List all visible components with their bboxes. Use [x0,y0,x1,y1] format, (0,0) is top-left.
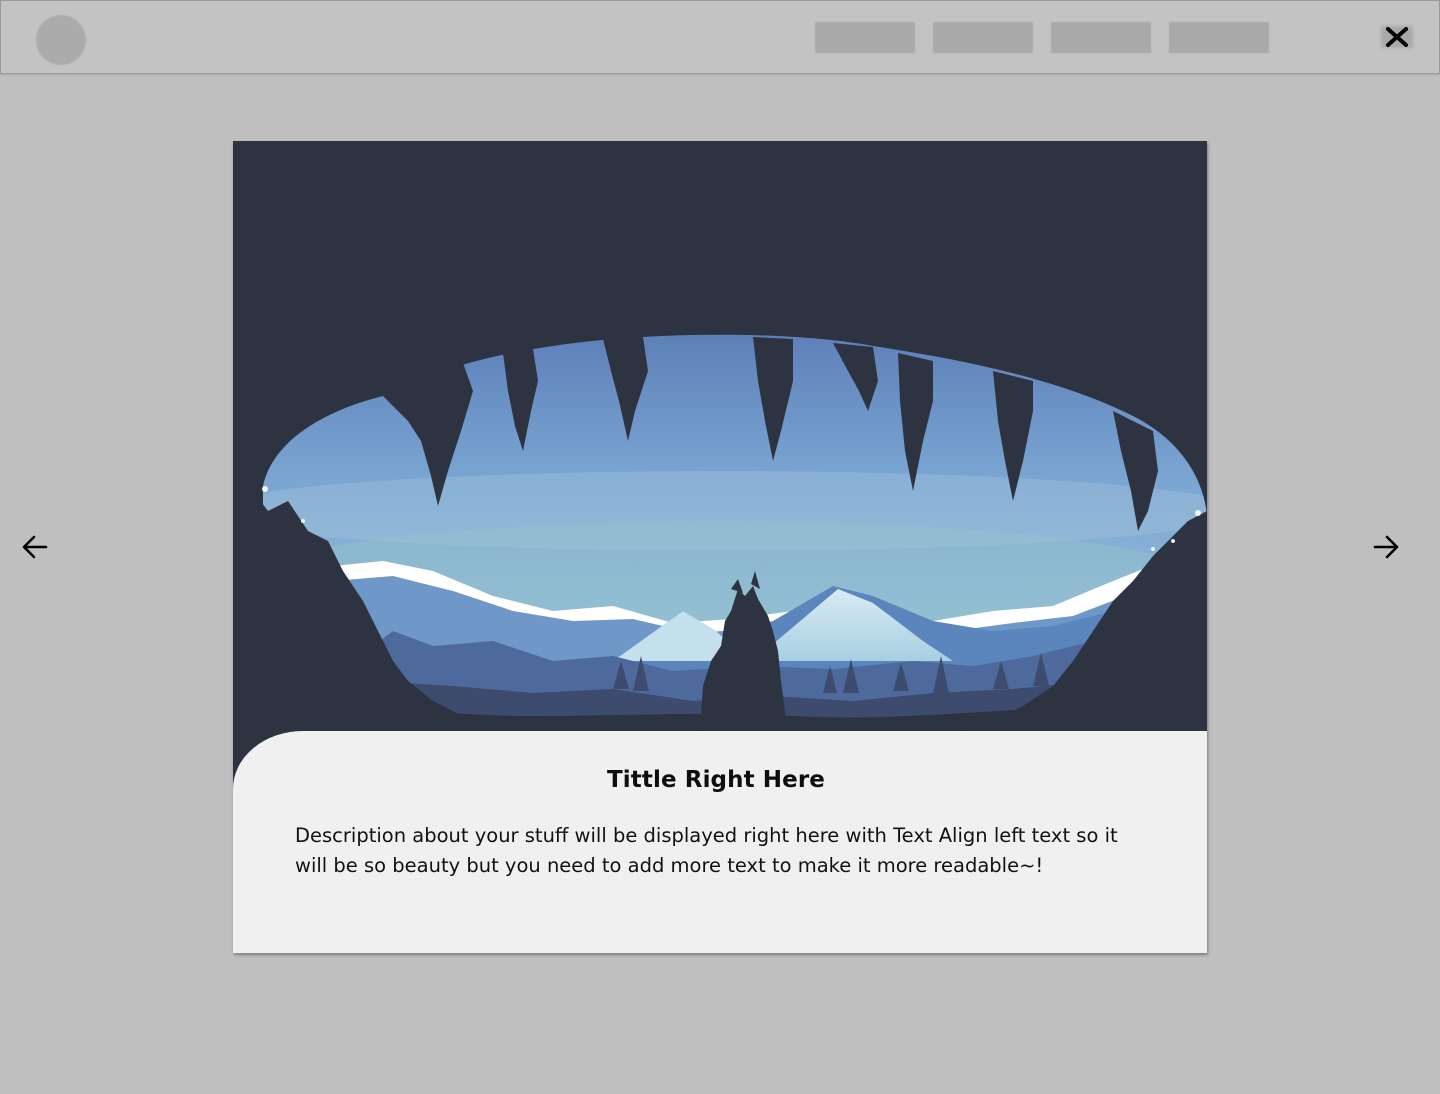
prev-arrow-button[interactable] [20,532,50,562]
nav-item-placeholder [815,22,915,53]
modal-title: Tittle Right Here [607,767,825,793]
modal-description: Description about your stuff will be dis… [295,824,1118,877]
wolf-landscape-illustration [233,141,1207,741]
next-arrow-button[interactable] [1371,532,1401,562]
nav-item-placeholder [1051,22,1151,53]
modal-body: Tittle Right Here Description about your… [233,731,1207,953]
close-button[interactable] [1379,20,1415,54]
close-icon [1386,27,1408,47]
arrow-right-icon [1373,535,1399,559]
modal-card: Tittle Right Here Description about your… [233,141,1207,953]
page: Tittle Right Here Description about your… [0,0,1440,1094]
nav-item-placeholder [1169,22,1269,53]
nav-item-placeholder [933,22,1033,53]
arrow-left-icon [22,535,48,559]
avatar-placeholder [36,15,86,65]
header-bar [0,0,1440,74]
